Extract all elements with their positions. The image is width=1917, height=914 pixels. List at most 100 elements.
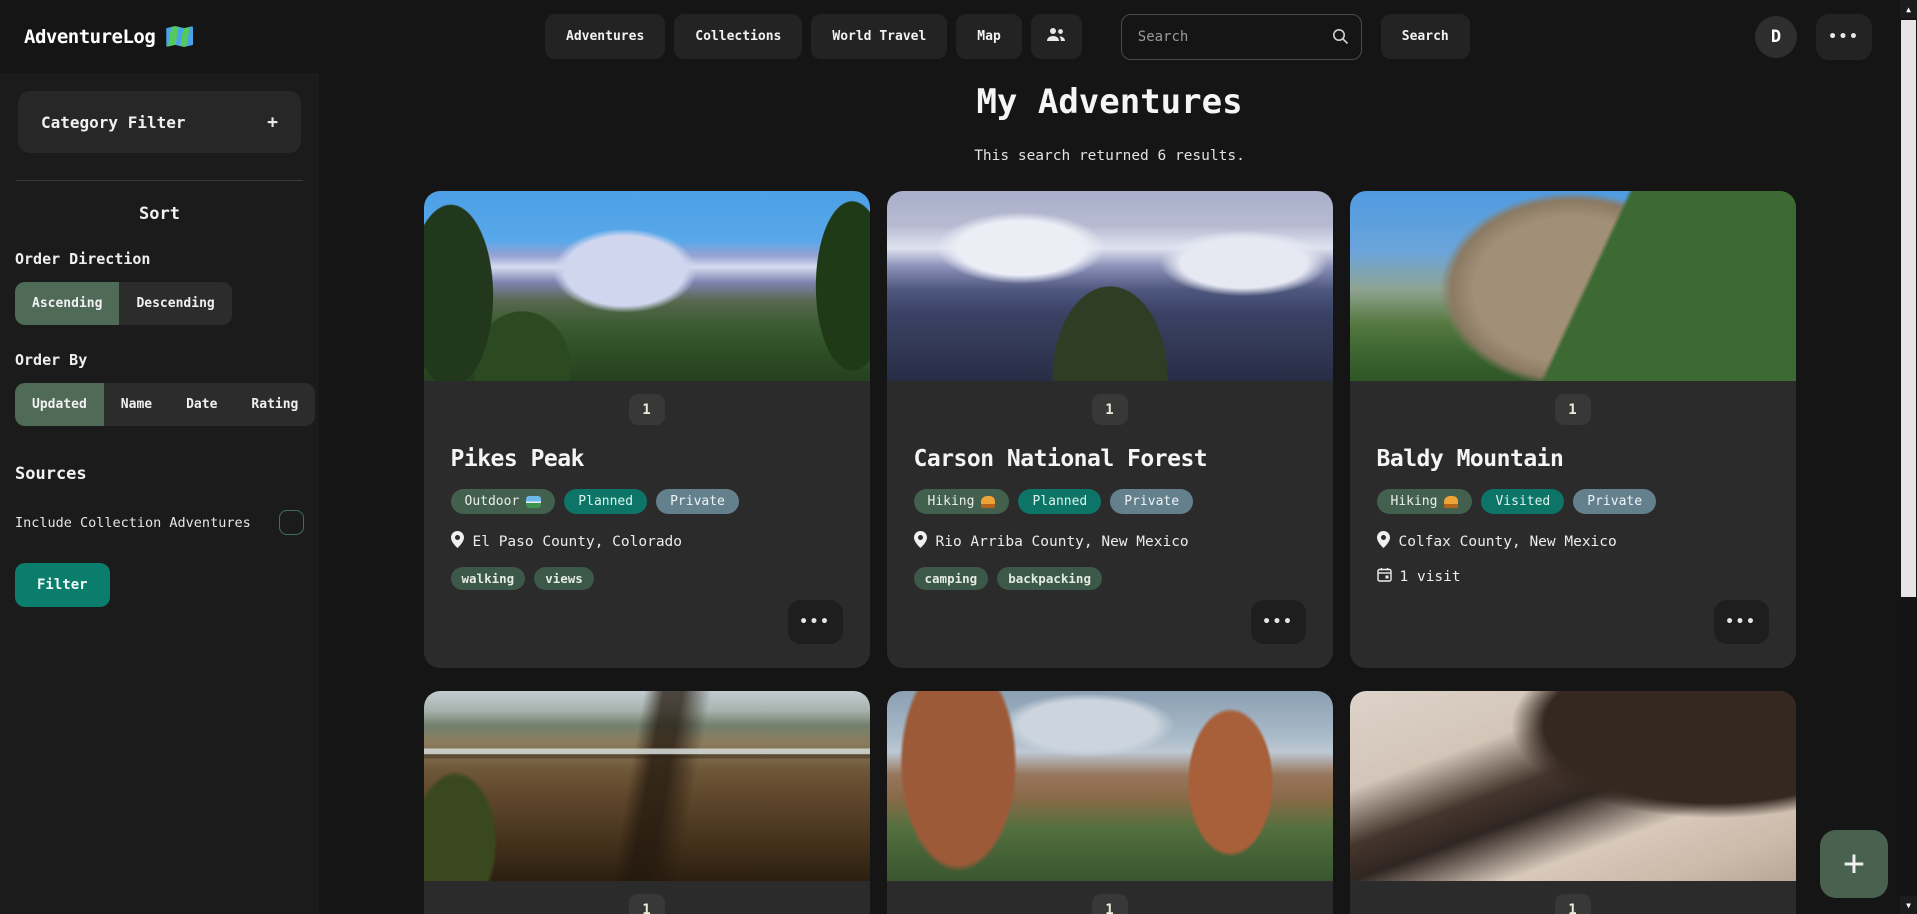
adventure-card[interactable]: 1	[887, 691, 1333, 914]
orderby-option-date[interactable]: Date	[169, 383, 234, 426]
direction-option-descending[interactable]: Descending	[119, 282, 231, 325]
badge-row: Hiking Planned Private	[914, 489, 1306, 514]
location-text: El Paso County, Colorado	[473, 534, 683, 550]
sidebar-divider	[16, 180, 303, 181]
visibility-badge: Private	[1573, 489, 1656, 514]
location-text: Rio Arriba County, New Mexico	[936, 534, 1189, 550]
map-emoji-icon	[166, 26, 193, 47]
card-body: Pikes Peak Outdoor Planned Private El Pa…	[424, 446, 870, 590]
image-count-badge: 1	[1092, 394, 1128, 425]
category-badge: Hiking	[914, 489, 1010, 514]
tag-backpacking: backpacking	[997, 567, 1102, 590]
orderby-option-rating[interactable]: Rating	[234, 383, 315, 426]
plus-icon: +	[267, 112, 278, 133]
adventure-title: Baldy Mountain	[1377, 446, 1769, 472]
scrollbar-down-arrow[interactable]: ▼	[1900, 896, 1917, 914]
visibility-badge: Private	[656, 489, 739, 514]
include-collections-label: Include Collection Adventures	[15, 515, 251, 531]
direction-option-ascending[interactable]: Ascending	[15, 282, 119, 325]
filter-sidebar: Category Filter + Sort Order Direction A…	[0, 73, 319, 914]
add-adventure-button[interactable]: +	[1820, 830, 1888, 898]
tag-row: walking views	[451, 567, 843, 590]
search-input[interactable]	[1121, 14, 1362, 60]
image-count-badge: 1	[1092, 894, 1128, 914]
results-count-text: This search returned 6 results.	[319, 148, 1900, 164]
category-emoji-icon	[526, 496, 541, 508]
card-more-button[interactable]: •••	[788, 600, 843, 644]
search-button[interactable]: Search	[1381, 14, 1470, 59]
top-navbar: AdventureLog AdventuresCollectionsWorld …	[0, 0, 1900, 73]
category-label: Hiking	[928, 494, 975, 509]
adventure-card-carson-national-forest[interactable]: 1 Carson National Forest Hiking Planned …	[887, 191, 1333, 668]
category-label: Hiking	[1391, 494, 1438, 509]
visit-row: 1 visit	[1377, 567, 1769, 586]
page-scrollbar[interactable]: ▲ ▼	[1900, 0, 1917, 914]
status-badge: Planned	[564, 489, 647, 514]
nav-center-group: AdventuresCollectionsWorld TravelMap Sea…	[545, 0, 1470, 73]
include-collections-row: Include Collection Adventures	[15, 510, 304, 535]
category-label: Outdoor	[465, 494, 520, 509]
image-count-badge: 1	[629, 394, 665, 425]
scrollbar-thumb[interactable]	[1901, 20, 1916, 597]
order-direction-label: Order Direction	[15, 250, 304, 268]
include-collections-checkbox[interactable]	[279, 510, 304, 535]
tag-views: views	[534, 567, 594, 590]
nav-link-map[interactable]: Map	[956, 14, 1021, 59]
visit-count-text: 1 visit	[1400, 569, 1461, 585]
adventure-card[interactable]: 1	[424, 691, 870, 914]
category-filter-toggle[interactable]: Category Filter +	[18, 91, 301, 153]
image-count-badge: 1	[629, 894, 665, 914]
main-content: My Adventures This search returned 6 res…	[319, 73, 1900, 914]
adventure-photo-pikes-peak	[424, 191, 870, 381]
orderby-option-name[interactable]: Name	[104, 383, 169, 426]
scrollbar-up-arrow[interactable]: ▲	[1900, 0, 1917, 18]
adventure-card-pikes-peak[interactable]: 1 Pikes Peak Outdoor Planned Private El …	[424, 191, 870, 668]
filter-button[interactable]: Filter	[15, 563, 110, 607]
order-by-label: Order By	[15, 351, 304, 369]
tag-camping: camping	[914, 567, 989, 590]
badge-row: Outdoor Planned Private	[451, 489, 843, 514]
image-count-badge: 1	[1555, 894, 1591, 914]
adventure-photo-sand-dunes	[1350, 691, 1796, 881]
nav-links: AdventuresCollectionsWorld TravelMap	[545, 14, 1022, 59]
page-title: My Adventures	[319, 82, 1900, 122]
adventure-photo-garden-of-gods	[887, 691, 1333, 881]
nav-right-group: D •••	[1755, 0, 1872, 73]
category-emoji-icon	[1444, 496, 1458, 508]
orderby-option-updated[interactable]: Updated	[15, 383, 104, 426]
avatar[interactable]: D	[1755, 16, 1797, 58]
location-pin-icon	[451, 531, 464, 552]
visibility-badge: Private	[1110, 489, 1193, 514]
app-logo[interactable]: AdventureLog	[24, 0, 193, 73]
status-badge: Visited	[1481, 489, 1564, 514]
nav-link-adventures[interactable]: Adventures	[545, 14, 665, 59]
card-body: Baldy Mountain Hiking Visited Private Co…	[1350, 446, 1796, 586]
category-badge: Outdoor	[451, 489, 556, 514]
adventure-title: Pikes Peak	[451, 446, 843, 472]
location-pin-icon	[1377, 531, 1390, 552]
users-button[interactable]	[1031, 14, 1082, 59]
location-row: El Paso County, Colorado	[451, 531, 843, 552]
nav-link-world-travel[interactable]: World Travel	[811, 14, 947, 59]
adventure-card-baldy-mountain[interactable]: 1 Baldy Mountain Hiking Visited Private …	[1350, 191, 1796, 668]
card-more-button[interactable]: •••	[1251, 600, 1306, 644]
card-body: Carson National Forest Hiking Planned Pr…	[887, 446, 1333, 590]
tag-row: camping backpacking	[914, 567, 1306, 590]
app-logo-text: AdventureLog	[24, 26, 155, 48]
people-icon	[1046, 27, 1066, 47]
order-by-segmented: UpdatedNameDateRating	[15, 383, 315, 426]
adventure-card[interactable]: 1	[1350, 691, 1796, 914]
tag-walking: walking	[451, 567, 526, 590]
nav-link-collections[interactable]: Collections	[674, 14, 802, 59]
adventure-title: Carson National Forest	[914, 446, 1306, 472]
calendar-icon	[1377, 567, 1392, 586]
location-text: Colfax County, New Mexico	[1399, 534, 1617, 550]
image-count-badge: 1	[1555, 394, 1591, 425]
card-more-button[interactable]: •••	[1714, 600, 1769, 644]
navbar-more-button[interactable]: •••	[1816, 14, 1872, 60]
category-filter-label: Category Filter	[41, 113, 186, 132]
adventure-grid: 1 Pikes Peak Outdoor Planned Private El …	[424, 191, 1796, 914]
location-row: Rio Arriba County, New Mexico	[914, 531, 1306, 552]
category-badge: Hiking	[1377, 489, 1473, 514]
search-icon	[1332, 28, 1349, 49]
